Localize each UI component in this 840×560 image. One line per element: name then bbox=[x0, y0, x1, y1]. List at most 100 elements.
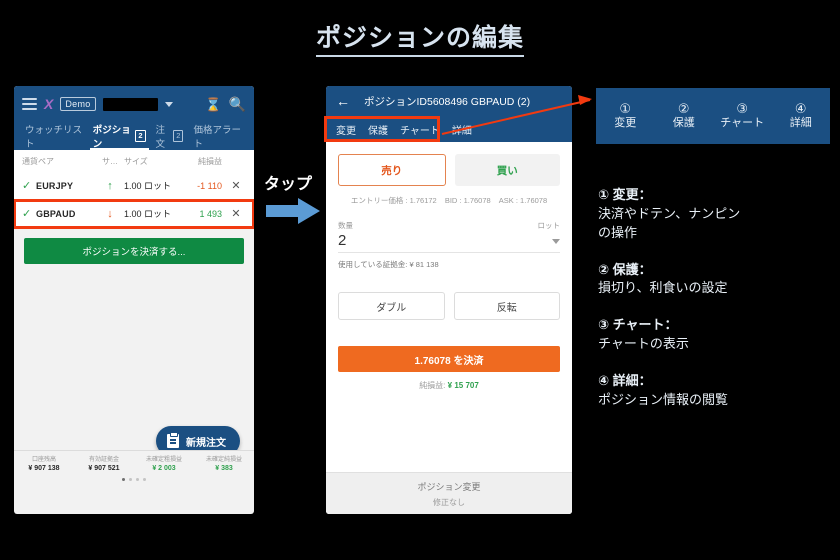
close-positions-button[interactable]: ポジションを決済する... bbox=[24, 238, 244, 264]
account-label: 有効証拠金 bbox=[88, 457, 119, 463]
hamburger-icon[interactable] bbox=[22, 98, 37, 110]
quantity-value[interactable]: 2 bbox=[338, 232, 346, 249]
row-side-up-icon: ↑ bbox=[107, 179, 113, 192]
column-header-pl: 純損益 bbox=[198, 156, 222, 166]
legend-number: ④ bbox=[794, 100, 807, 116]
new-order-label: 新規注文 bbox=[186, 437, 226, 449]
description-body: ポジション情報の閲覧 bbox=[598, 391, 729, 407]
tab-positions-label: ポジション bbox=[92, 125, 131, 150]
row-pair: GBPAUD bbox=[36, 208, 76, 219]
account-label: 口座残高 bbox=[31, 457, 56, 463]
row-close-icon[interactable]: ✕ bbox=[226, 179, 246, 192]
detail-tab-details[interactable]: 詳細 bbox=[452, 122, 472, 137]
app-header: X Demo ⌛ 🔍 bbox=[14, 86, 254, 122]
chevron-down-icon[interactable] bbox=[164, 101, 173, 107]
double-button[interactable]: ダブル bbox=[338, 292, 445, 320]
legend-label: 詳細 bbox=[789, 116, 812, 129]
brand-logo-icon: X bbox=[44, 96, 54, 112]
description-item-chart: ③ チャート： チャートの表示 bbox=[598, 316, 838, 354]
price-info-line: エントリー価格 : 1.76172 BID : 1.76078 ASK : 1.… bbox=[338, 195, 560, 206]
tab-price-alerts-label: 価格アラート bbox=[193, 125, 241, 150]
settle-button[interactable]: 1.76078 を決済 bbox=[338, 346, 560, 372]
row-side-down-icon: ↓ bbox=[107, 207, 113, 220]
table-row[interactable]: ✓ EURJPY ↑ 1.00 ロット -1 110 ✕ bbox=[14, 172, 254, 200]
row-size: 1.00 ロット bbox=[124, 209, 172, 219]
screenshot-root: ポジションの編集 X Demo ⌛ 🔍 ウォッチリスト ポジション 2 注文 2 bbox=[0, 0, 840, 560]
footer-title: ポジション変更 bbox=[417, 482, 481, 492]
search-icon[interactable]: 🔍 bbox=[229, 97, 246, 111]
description-head: ③ チャート： bbox=[598, 317, 678, 333]
account-label: 未確定粗損益 bbox=[145, 457, 182, 463]
legend-item-change: ① 変更 bbox=[596, 100, 655, 131]
legend-label: 変更 bbox=[614, 116, 637, 129]
table-row[interactable]: ✓ GBPAUD ↓ 1.00 ロット 1 493 ✕ bbox=[14, 199, 254, 229]
legend-number: ③ bbox=[736, 100, 749, 116]
description-body: 損切り、利食いの設定 bbox=[598, 280, 728, 296]
row-pl: 1 493 bbox=[199, 208, 222, 219]
left-phone-body: 新規注文 口座残高 ¥ 907 138 有効証拠金 ¥ 907 521 未確定粗… bbox=[14, 264, 254, 490]
tab-watchlist[interactable]: ウォッチリスト bbox=[20, 122, 88, 150]
demo-badge: Demo bbox=[60, 97, 96, 111]
description-body: チャートの表示 bbox=[598, 336, 689, 352]
sell-buy-row: 売り 買い bbox=[338, 154, 560, 186]
account-label: 未確定純損益 bbox=[205, 457, 242, 463]
chevron-down-icon[interactable] bbox=[552, 239, 560, 244]
row-check-icon: ✓ bbox=[22, 208, 32, 220]
ask-price: ASK : 1.76078 bbox=[498, 196, 548, 205]
legend-item-details: ④ 詳細 bbox=[772, 100, 831, 131]
page-title: ポジションの編集 bbox=[0, 18, 840, 57]
quantity-unit: ロット bbox=[537, 221, 561, 230]
tab-orders-count: 2 bbox=[173, 129, 184, 143]
hourglass-icon[interactable]: ⌛ bbox=[205, 98, 221, 111]
description-list: ① 変更： 決済やドテン、ナンピン の操作 ② 保護： 損切り、利食いの設定 ③… bbox=[598, 186, 838, 428]
detail-tab-change[interactable]: 変更 bbox=[336, 122, 356, 137]
row-check-icon: ✓ bbox=[22, 180, 32, 192]
legend-label: 保護 bbox=[672, 116, 695, 129]
legend-label: チャート bbox=[720, 116, 765, 129]
tab-orders[interactable]: 注文 2 bbox=[151, 122, 189, 150]
column-header-pair: 通貨ペア bbox=[22, 156, 54, 166]
net-pl-label: 純損益: bbox=[419, 381, 446, 390]
detail-header: ← ポジションID5608496 GBPAUD (2) bbox=[326, 86, 572, 116]
description-head: ① 変更： bbox=[598, 187, 652, 202]
tap-label: タップ bbox=[264, 176, 313, 193]
detail-tab-chart[interactable]: チャート bbox=[400, 122, 440, 137]
quantity-block: 数量 ロット 2 bbox=[338, 220, 560, 253]
row-close-icon[interactable]: ✕ bbox=[226, 207, 246, 220]
positions-table-header: 通貨ペア サ… サイズ 純損益 bbox=[14, 150, 254, 172]
detail-tab-protect[interactable]: 保護 bbox=[368, 122, 388, 137]
margin-used-label: 使用している証拠金: ¥ 81 138 bbox=[338, 260, 439, 269]
bid-price: BID : 1.76078 bbox=[444, 196, 491, 205]
back-arrow-icon[interactable]: ← bbox=[336, 94, 350, 108]
account-summary-bar: 口座残高 ¥ 907 138 有効証拠金 ¥ 907 521 未確定粗損益 ¥ … bbox=[14, 450, 254, 490]
footer-subtitle: 修正なし bbox=[433, 498, 465, 507]
detail-footer: ポジション変更 修正なし bbox=[326, 472, 572, 514]
page-indicator-dots bbox=[14, 468, 254, 486]
tab-positions[interactable]: ポジション 2 bbox=[88, 122, 151, 150]
description-item-protect: ② 保護： 損切り、利食いの設定 bbox=[598, 261, 838, 299]
clipboard-icon bbox=[167, 432, 179, 448]
row-pl: -1 110 bbox=[197, 180, 222, 191]
page-title-text: ポジションの編集 bbox=[315, 24, 524, 57]
tab-price-alerts[interactable]: 価格アラート bbox=[188, 122, 248, 150]
reverse-button[interactable]: 反転 bbox=[453, 292, 560, 320]
tab-watchlist-label: ウォッチリスト bbox=[25, 125, 83, 150]
tap-arrow-icon bbox=[266, 198, 320, 224]
detail-tabbar: 変更 保護 チャート 詳細 bbox=[326, 116, 572, 142]
left-phone-mockup: X Demo ⌛ 🔍 ウォッチリスト ポジション 2 注文 2 価格アラート 通… bbox=[14, 86, 254, 514]
legend-item-chart: ③ チャート bbox=[713, 100, 772, 131]
detail-phone-mockup: ← ポジションID5608496 GBPAUD (2) 変更 保護 チャート 詳… bbox=[326, 86, 572, 514]
quantity-label: 数量 bbox=[338, 221, 353, 230]
description-item-details: ④ 詳細： ポジション情報の閲覧 bbox=[598, 372, 838, 410]
tab-orders-label: 注文 bbox=[155, 125, 166, 150]
legend-number: ② bbox=[677, 100, 690, 116]
buy-button[interactable]: 買い bbox=[454, 154, 560, 186]
description-head: ② 保護： bbox=[598, 261, 652, 277]
legend-item-protect: ② 保護 bbox=[655, 100, 714, 131]
legend-number: ① bbox=[619, 100, 632, 116]
detail-body: 売り 買い エントリー価格 : 1.76172 BID : 1.76078 AS… bbox=[326, 142, 572, 514]
double-reverse-row: ダブル 反転 bbox=[338, 292, 560, 320]
sell-button[interactable]: 売り bbox=[338, 154, 446, 186]
column-header-side: サ… bbox=[102, 156, 118, 166]
row-size: 1.00 ロット bbox=[124, 181, 172, 191]
